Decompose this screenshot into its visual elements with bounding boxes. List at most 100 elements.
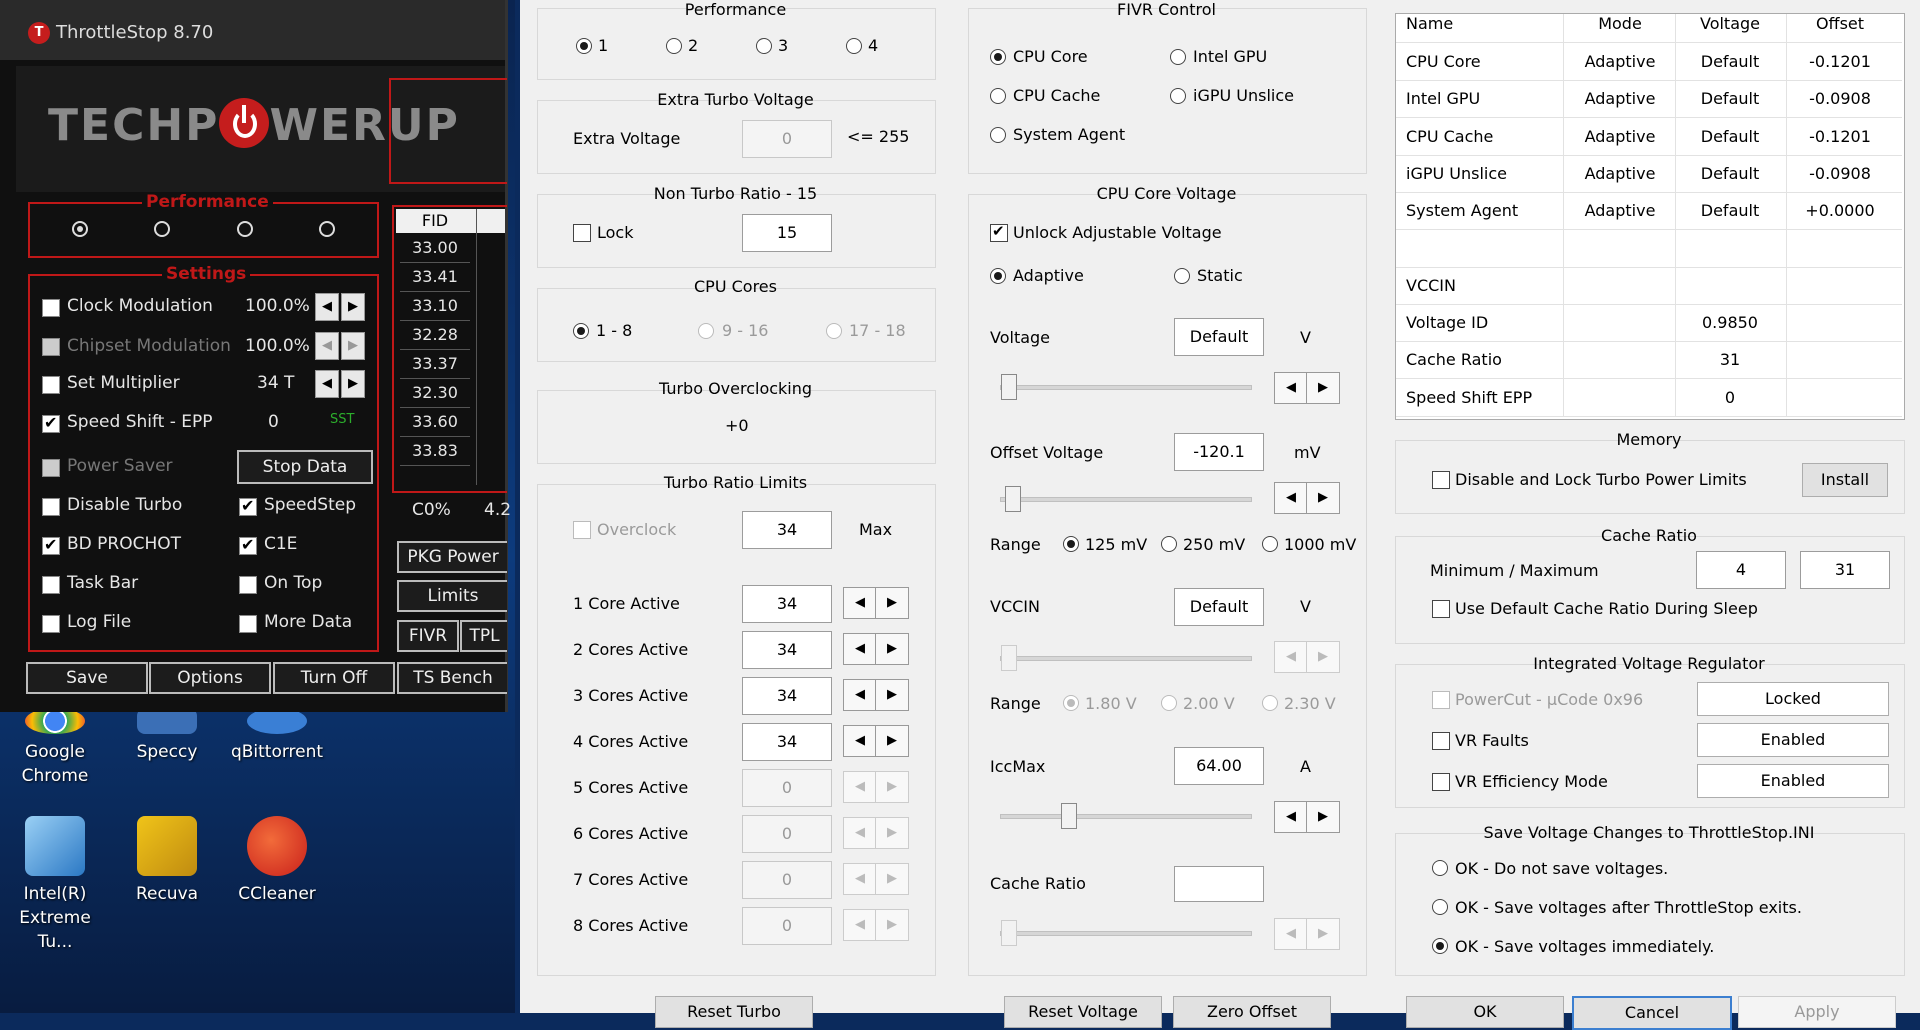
- voltage-down[interactable]: ◀: [1274, 372, 1308, 404]
- unlock-voltage-checkbox[interactable]: [990, 222, 1008, 242]
- turbo-row-up[interactable]: ▶: [875, 633, 909, 665]
- perf-3-radio[interactable]: [756, 38, 772, 54]
- cache-up[interactable]: ▶: [1306, 918, 1340, 950]
- turbo-row-up[interactable]: ▶: [875, 863, 909, 895]
- turn-off-button[interactable]: Turn Off: [273, 662, 395, 694]
- iccmax-up[interactable]: ▶: [1306, 801, 1340, 833]
- desktop-icon-speccy[interactable]: Speccy: [112, 708, 222, 764]
- install-button[interactable]: Install: [1802, 463, 1888, 497]
- cache-min-input[interactable]: 4: [1696, 551, 1786, 589]
- turbo-row-input[interactable]: 34: [742, 723, 832, 761]
- turbo-row-up[interactable]: ▶: [875, 909, 909, 941]
- desktop-icon-intel-xtu[interactable]: Intel(R) Extreme Tu...: [0, 816, 110, 954]
- clock-mod-down-arrow[interactable]: ◀: [315, 293, 339, 321]
- desktop-icon-recuva[interactable]: Recuva: [112, 816, 222, 906]
- turbo-row-down[interactable]: ◀: [843, 863, 877, 895]
- offset-voltage-input[interactable]: -120.1: [1174, 433, 1264, 471]
- iccmax-down[interactable]: ◀: [1274, 801, 1308, 833]
- cores-9-16-radio[interactable]: [698, 323, 714, 339]
- range-1000-radio[interactable]: [1262, 536, 1278, 552]
- iccmax-input[interactable]: 64.00: [1174, 747, 1264, 785]
- overclock-checkbox[interactable]: [573, 521, 591, 539]
- profile-2-radio[interactable]: [154, 221, 170, 237]
- task-bar-checkbox[interactable]: [42, 576, 60, 594]
- options-button[interactable]: Options: [149, 662, 271, 694]
- default-cache-sleep-checkbox[interactable]: [1432, 600, 1450, 618]
- save-button[interactable]: Save: [26, 662, 148, 694]
- profile-3-radio[interactable]: [237, 221, 253, 237]
- perf-2-radio[interactable]: [666, 38, 682, 54]
- chipset-mod-down-arrow[interactable]: ◀: [315, 332, 339, 360]
- perf-4-radio[interactable]: [846, 38, 862, 54]
- clock-mod-up-arrow[interactable]: ▶: [341, 293, 365, 321]
- disable-lock-tpl-checkbox[interactable]: [1432, 471, 1450, 489]
- range-230-radio[interactable]: [1262, 695, 1278, 711]
- power-saver-checkbox[interactable]: [42, 459, 60, 477]
- cancel-button[interactable]: Cancel: [1572, 996, 1732, 1030]
- cache-slider-thumb[interactable]: [1001, 920, 1017, 946]
- multiplier-down-arrow[interactable]: ◀: [315, 370, 339, 398]
- cpu-core-radio[interactable]: [990, 49, 1006, 65]
- iccmax-slider-thumb[interactable]: [1061, 803, 1077, 829]
- turbo-row-down[interactable]: ◀: [843, 633, 877, 665]
- reset-turbo-button[interactable]: Reset Turbo: [655, 996, 813, 1028]
- non-turbo-input[interactable]: 15: [742, 214, 832, 252]
- overclock-input[interactable]: 34: [742, 511, 832, 549]
- profile-4-radio[interactable]: [319, 221, 335, 237]
- multiplier-up-arrow[interactable]: ▶: [341, 370, 365, 398]
- on-top-checkbox[interactable]: [239, 576, 257, 594]
- turbo-row-down[interactable]: ◀: [843, 679, 877, 711]
- turbo-row-down[interactable]: ◀: [843, 587, 877, 619]
- vr-efficiency-button[interactable]: Enabled: [1697, 764, 1889, 798]
- vccin-input[interactable]: Default: [1174, 588, 1264, 626]
- save-now-radio[interactable]: [1432, 938, 1448, 954]
- titlebar[interactable]: T ThrottleStop 8.70: [0, 0, 505, 60]
- turbo-row-up[interactable]: ▶: [875, 771, 909, 803]
- stop-data-button[interactable]: Stop Data: [237, 450, 373, 484]
- turbo-row-down[interactable]: ◀: [843, 771, 877, 803]
- vccin-down[interactable]: ◀: [1274, 641, 1308, 673]
- more-data-checkbox[interactable]: [239, 615, 257, 633]
- turbo-row-input[interactable]: 34: [742, 585, 832, 623]
- desktop-icon-ccleaner[interactable]: CCleaner: [222, 816, 332, 906]
- ts-bench-button[interactable]: TS Bench: [397, 662, 507, 694]
- desktop-icon-qbittorrent[interactable]: qBittorrent: [222, 708, 332, 764]
- offset-down[interactable]: ◀: [1274, 482, 1308, 514]
- igpu-unslice-radio[interactable]: [1170, 88, 1186, 104]
- ok-button[interactable]: OK: [1406, 996, 1564, 1028]
- vr-faults-button[interactable]: Enabled: [1697, 723, 1889, 757]
- turbo-row-input[interactable]: 34: [742, 631, 832, 669]
- offset-slider-thumb[interactable]: [1005, 486, 1021, 512]
- bd-prochot-checkbox[interactable]: [42, 535, 60, 555]
- reset-voltage-button[interactable]: Reset Voltage: [1004, 996, 1162, 1028]
- cores-1-8-radio[interactable]: [573, 323, 589, 339]
- cores-17-18-radio[interactable]: [826, 323, 842, 339]
- speedstep-checkbox[interactable]: [239, 496, 257, 516]
- range-180-radio[interactable]: [1063, 695, 1079, 711]
- chipset-modulation-checkbox[interactable]: [42, 338, 60, 356]
- vr-efficiency-checkbox[interactable]: [1432, 773, 1450, 791]
- turbo-row-down[interactable]: ◀: [843, 909, 877, 941]
- cpu-cache-radio[interactable]: [990, 88, 1006, 104]
- voltage-input[interactable]: Default: [1174, 318, 1264, 356]
- profile-1-radio[interactable]: [72, 221, 88, 237]
- c1e-checkbox[interactable]: [239, 535, 257, 555]
- zero-offset-button[interactable]: Zero Offset: [1173, 996, 1331, 1028]
- voltage-slider-thumb[interactable]: [1001, 374, 1017, 400]
- intel-gpu-radio[interactable]: [1170, 49, 1186, 65]
- save-exit-radio[interactable]: [1432, 899, 1448, 915]
- voltage-up[interactable]: ▶: [1306, 372, 1340, 404]
- turbo-row-input[interactable]: 0: [742, 861, 832, 899]
- offset-up[interactable]: ▶: [1306, 482, 1340, 514]
- cache-down[interactable]: ◀: [1274, 918, 1308, 950]
- save-none-radio[interactable]: [1432, 860, 1448, 876]
- system-agent-radio[interactable]: [990, 127, 1006, 143]
- disable-turbo-checkbox[interactable]: [42, 498, 60, 516]
- limits-button[interactable]: Limits: [397, 580, 507, 612]
- turbo-row-input[interactable]: 0: [742, 907, 832, 945]
- powercut-locked-button[interactable]: Locked: [1697, 682, 1889, 716]
- tpl-button[interactable]: TPL: [460, 620, 507, 652]
- range-250-radio[interactable]: [1161, 536, 1177, 552]
- range-125-radio[interactable]: [1063, 536, 1079, 552]
- extra-voltage-input[interactable]: 0: [742, 120, 832, 158]
